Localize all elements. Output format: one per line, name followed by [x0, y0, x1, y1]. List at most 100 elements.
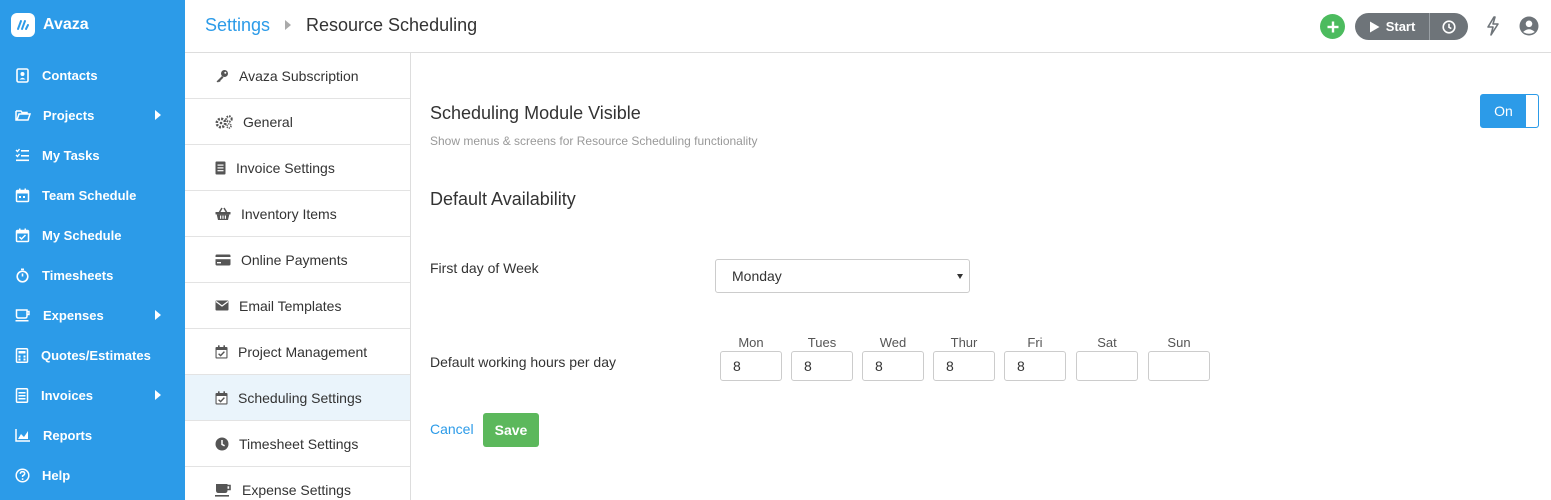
- timer-history-button[interactable]: [1430, 13, 1468, 40]
- sidebar-item-label: Quotes/Estimates: [41, 347, 151, 363]
- chart-icon: [15, 429, 30, 442]
- app-name: Avaza: [43, 16, 89, 33]
- sidebar-item-help[interactable]: Help: [0, 455, 185, 495]
- hours-input-wed[interactable]: 8: [862, 351, 924, 381]
- settings-item-expense-settings[interactable]: Expense Settings: [185, 467, 410, 500]
- first-day-of-week-label: First day of Week: [430, 260, 539, 276]
- quick-add-button[interactable]: [1320, 14, 1345, 39]
- top-header: Settings Resource Scheduling Start: [185, 0, 1551, 53]
- gears-icon: [215, 114, 233, 129]
- contacts-icon: [16, 67, 29, 83]
- day-name: Fri: [1027, 335, 1043, 350]
- settings-item-avaza-subscription[interactable]: Avaza Subscription: [185, 53, 410, 99]
- whats-new-button[interactable]: [1483, 14, 1503, 38]
- key-icon: [216, 69, 228, 82]
- avaza-logo-icon: [11, 13, 35, 37]
- settings-item-inventory-items[interactable]: Inventory Items: [185, 191, 410, 237]
- sidebar-item-contacts[interactable]: Contacts: [0, 55, 185, 95]
- hours-input-sat[interactable]: [1076, 351, 1138, 381]
- sidebar-item-label: Help: [42, 467, 71, 483]
- settings-item-online-payments[interactable]: Online Payments: [185, 237, 410, 283]
- settings-item-label: Inventory Items: [241, 205, 337, 222]
- default-working-hours-label: Default working hours per day: [430, 354, 616, 370]
- brand[interactable]: Avaza: [0, 0, 185, 50]
- settings-item-label: Email Templates: [239, 297, 342, 314]
- page-title: Resource Scheduling: [306, 15, 478, 35]
- day-column-tues: Tues 8: [791, 335, 853, 381]
- settings-item-project-management[interactable]: Project Management: [185, 329, 410, 375]
- sidebar-item-expenses[interactable]: Expenses: [0, 295, 185, 335]
- settings-item-scheduling-settings[interactable]: Scheduling Settings: [185, 375, 410, 421]
- scheduling-settings-panel: Scheduling Module Visible Show menus & s…: [411, 53, 1551, 500]
- first-day-of-week-value: Monday: [732, 268, 782, 284]
- settings-item-timesheet-settings[interactable]: Timesheet Settings: [185, 421, 410, 467]
- sidebar-item-projects[interactable]: Projects: [0, 95, 185, 135]
- settings-item-label: Project Management: [238, 343, 368, 360]
- settings-item-invoice-settings[interactable]: Invoice Settings: [185, 145, 410, 191]
- envelope-icon: [215, 300, 229, 311]
- scheduling-module-toggle[interactable]: On: [1480, 94, 1539, 128]
- basket-icon: [215, 207, 231, 220]
- day-column-thur: Thur 8: [933, 335, 995, 381]
- settings-item-label: Avaza Subscription: [239, 67, 359, 84]
- hours-input-fri[interactable]: 8: [1004, 351, 1066, 381]
- start-timer-button[interactable]: Start: [1355, 13, 1429, 40]
- calendar-icon: [15, 188, 30, 202]
- hours-input-tues[interactable]: 8: [791, 351, 853, 381]
- settings-menu: Avaza Subscription General Invoice Setti…: [185, 53, 411, 500]
- sidebar-item-label: My Schedule: [42, 227, 122, 243]
- sidebar-item-label: Contacts: [42, 67, 98, 83]
- scheduling-module-title: Scheduling Module Visible: [430, 103, 641, 123]
- credit-card-icon: [215, 254, 231, 265]
- sidebar-item-my-tasks[interactable]: My Tasks: [0, 135, 185, 175]
- settings-item-label: Invoice Settings: [236, 159, 335, 176]
- settings-item-label: Online Payments: [241, 251, 348, 268]
- clock-icon: [215, 437, 229, 450]
- breadcrumb-separator-icon: [285, 20, 291, 30]
- dropdown-caret-icon: [957, 274, 963, 279]
- sidebar-item-label: Team Schedule: [42, 187, 137, 203]
- day-name: Sun: [1167, 335, 1191, 350]
- play-icon: [1369, 21, 1380, 32]
- help-icon: [15, 467, 30, 483]
- lightning-bolt-icon: [1487, 16, 1499, 36]
- user-avatar-icon: [1519, 16, 1539, 36]
- settings-item-label: General: [243, 113, 293, 130]
- hours-input-thur[interactable]: 8: [933, 351, 995, 381]
- settings-item-general[interactable]: General: [185, 99, 410, 145]
- coffee-cup-icon: [15, 309, 30, 322]
- toggle-on-label: On: [1494, 103, 1513, 119]
- sidebar-item-invoices[interactable]: Invoices: [0, 375, 185, 415]
- settings-item-label: Expense Settings: [242, 481, 351, 498]
- sidebar-item-my-schedule[interactable]: My Schedule: [0, 215, 185, 255]
- sidebar-item-timesheets[interactable]: Timesheets: [0, 255, 185, 295]
- user-menu-button[interactable]: [1518, 15, 1540, 37]
- hours-input-sun[interactable]: [1148, 351, 1210, 381]
- settings-item-email-templates[interactable]: Email Templates: [185, 283, 410, 329]
- caret-right-icon: [155, 310, 161, 320]
- breadcrumb-settings[interactable]: Settings: [205, 15, 270, 36]
- sidebar-item-team-schedule[interactable]: Team Schedule: [0, 175, 185, 215]
- first-day-of-week-select[interactable]: Monday: [715, 259, 970, 293]
- save-button[interactable]: Save: [483, 413, 539, 447]
- calculator-icon: [15, 347, 29, 363]
- stopwatch-icon: [16, 268, 29, 283]
- sidebar-item-label: Projects: [43, 107, 95, 123]
- sidebar-item-label: Timesheets: [42, 267, 114, 283]
- clock-icon: [1442, 19, 1456, 34]
- day-name: Sat: [1097, 335, 1117, 350]
- sidebar-item-reports[interactable]: Reports: [0, 415, 185, 455]
- day-name: Tues: [807, 335, 837, 350]
- sidebar-item-label: Reports: [43, 427, 93, 443]
- default-availability-title: Default Availability: [430, 189, 576, 209]
- timer-controls: Start: [1355, 13, 1468, 40]
- toggle-knob: [1526, 95, 1538, 127]
- settings-item-label: Timesheet Settings: [239, 435, 359, 452]
- cancel-button[interactable]: Cancel: [430, 421, 474, 437]
- hours-input-mon[interactable]: 8: [720, 351, 782, 381]
- calendar-check-icon: [15, 228, 30, 242]
- calendar-check-icon: [215, 344, 228, 358]
- sidebar-item-label: Invoices: [41, 387, 94, 403]
- sidebar-item-quotes-estimates[interactable]: Quotes/Estimates: [0, 335, 185, 375]
- plus-icon: [1327, 21, 1338, 32]
